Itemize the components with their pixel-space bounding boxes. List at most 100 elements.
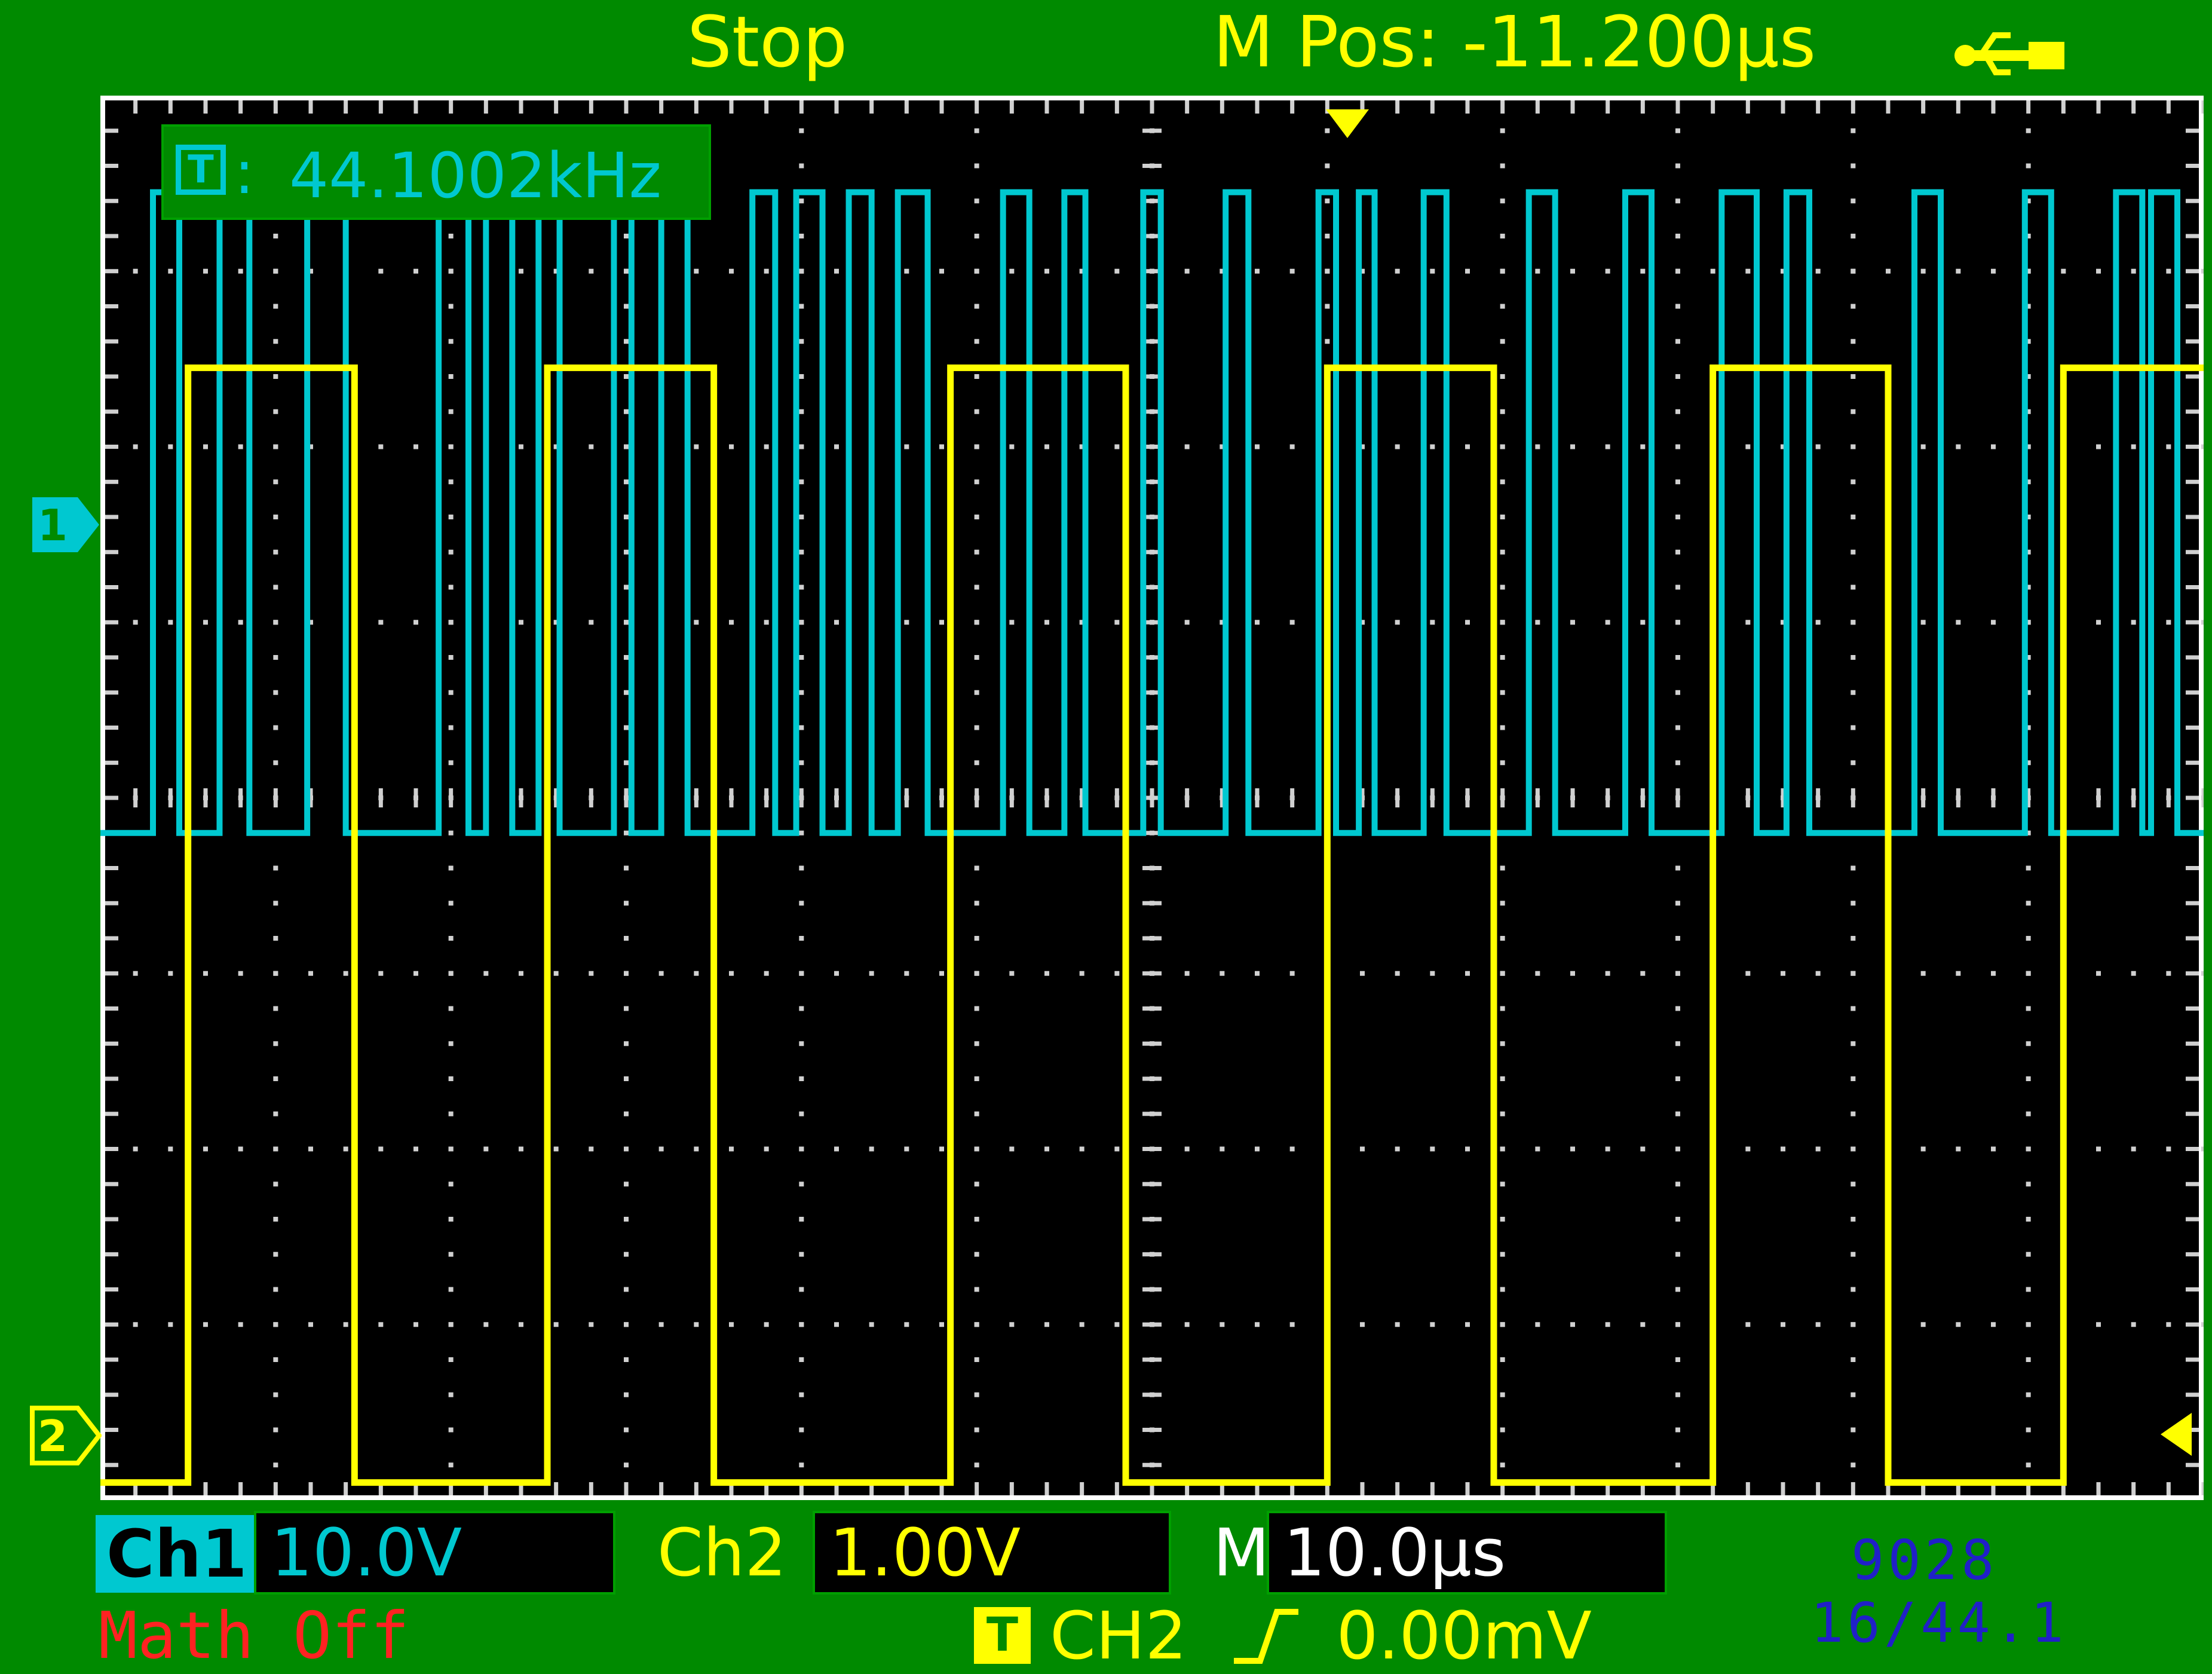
grid-dot	[1500, 584, 1505, 590]
grid-dot	[1500, 1041, 1505, 1046]
grid-dot	[1675, 374, 1680, 379]
grid-dot	[658, 1146, 664, 1152]
ch1-ground-marker-icon: 1	[32, 497, 99, 552]
grid-dot	[553, 971, 559, 976]
grid-dot	[974, 234, 979, 238]
grid-dot	[1675, 655, 1680, 660]
grid-dot	[904, 1146, 909, 1152]
grid-dot	[2026, 971, 2031, 976]
grid-dot	[448, 1041, 454, 1046]
grid-dot	[974, 198, 979, 204]
grid-dot	[343, 1146, 348, 1152]
grid-dot	[589, 444, 594, 449]
grid-dot	[799, 1041, 804, 1046]
grid-dot	[624, 1041, 629, 1046]
grid-dot	[273, 901, 278, 906]
grid-dot	[448, 304, 454, 309]
grid-dot	[799, 444, 804, 449]
grid-dot	[1851, 479, 1856, 485]
grid-dot	[1500, 444, 1505, 449]
grid-dot	[448, 549, 454, 555]
grid-dot	[519, 444, 523, 449]
grid-dot	[974, 339, 979, 344]
grid-dot	[1395, 1146, 1400, 1152]
grid-dot	[1500, 1111, 1505, 1116]
grid-dot	[624, 549, 629, 555]
grid-dot	[168, 444, 173, 449]
grid-dot	[203, 444, 208, 449]
grid-dot	[273, 1182, 278, 1187]
grid-dot	[1851, 128, 1856, 133]
grid-dot	[624, 1357, 629, 1362]
grid-dot	[2131, 444, 2136, 449]
grid-dot	[939, 971, 944, 976]
grid-dot	[764, 620, 769, 625]
grid-dot	[834, 971, 839, 976]
grid-dot	[694, 268, 699, 274]
grid-dot	[624, 1251, 629, 1257]
grid-dot	[799, 1182, 804, 1187]
grid-dot	[1535, 1322, 1540, 1327]
grid-dot	[273, 865, 278, 871]
grid-dot	[1851, 936, 1856, 941]
oscilloscope-display: Stop M Pos: -11.200µs T : 44.1002kHz 1 2…	[0, 0, 2212, 1674]
grid-dot	[1184, 1146, 1190, 1152]
grid-dot	[1605, 620, 1610, 625]
grid-dot	[1220, 971, 1225, 976]
grid-dot	[799, 1462, 804, 1468]
grid-dot	[1675, 901, 1680, 906]
grid-dot	[1675, 1146, 1680, 1152]
grid-dot	[1289, 1146, 1295, 1152]
grid-dot	[1114, 971, 1120, 976]
grid-dot	[2026, 1251, 2031, 1257]
grid-dot	[519, 620, 523, 625]
grid-dot	[1851, 971, 1856, 976]
grid-dot	[1009, 1146, 1015, 1152]
grid-dot	[133, 971, 138, 976]
grid-dot	[1500, 1251, 1505, 1257]
ch1-label[interactable]: Ch1	[96, 1515, 258, 1593]
grid-dot	[1745, 620, 1751, 625]
grid-dot	[378, 268, 384, 274]
grid-dot	[448, 1006, 454, 1011]
grid-dot	[273, 1392, 278, 1397]
grid-dot	[729, 620, 734, 625]
grid-dot	[799, 1217, 804, 1222]
grid-dot	[1255, 1146, 1260, 1152]
grid-dot	[1255, 971, 1260, 976]
grid-dot	[1605, 1146, 1610, 1152]
trigger-level: 0.00mV	[1336, 1597, 1592, 1674]
grid-dot	[799, 304, 804, 309]
grid-dot	[764, 444, 769, 449]
grid-dot	[1325, 163, 1330, 169]
grid-dot	[448, 374, 454, 379]
grid-dot	[939, 1322, 944, 1327]
grid-dot	[799, 198, 804, 204]
grid-dot	[1220, 1322, 1225, 1327]
grid-dot	[1991, 971, 1996, 976]
grid-dot	[273, 584, 278, 590]
grid-dot	[448, 479, 454, 485]
grid-dot	[974, 1146, 979, 1152]
grid-dot	[1675, 1287, 1680, 1292]
grid-dot	[1851, 374, 1856, 379]
grid-dot	[1325, 268, 1330, 274]
grid-dot	[974, 865, 979, 871]
grid-dot	[974, 1392, 979, 1397]
grid-dot	[764, 971, 769, 976]
grid-dot	[1605, 444, 1610, 449]
grid-dot	[1570, 268, 1575, 274]
grid-dot	[624, 760, 629, 766]
grid-dot	[1851, 304, 1856, 309]
grid-dot	[448, 1287, 454, 1292]
grid-dot	[1815, 620, 1821, 625]
grid-dot	[1255, 444, 1260, 449]
ch2-label[interactable]: Ch2	[657, 1511, 787, 1595]
grid-dot	[799, 1357, 804, 1362]
timebase-label[interactable]: M	[1213, 1511, 1270, 1595]
grid-dot	[1395, 1322, 1400, 1327]
ch2-volts-per-div: 1.00V	[829, 1514, 1021, 1591]
grid-dot	[624, 409, 629, 414]
grid-dot	[1395, 620, 1400, 625]
grid-dot	[1675, 444, 1680, 449]
